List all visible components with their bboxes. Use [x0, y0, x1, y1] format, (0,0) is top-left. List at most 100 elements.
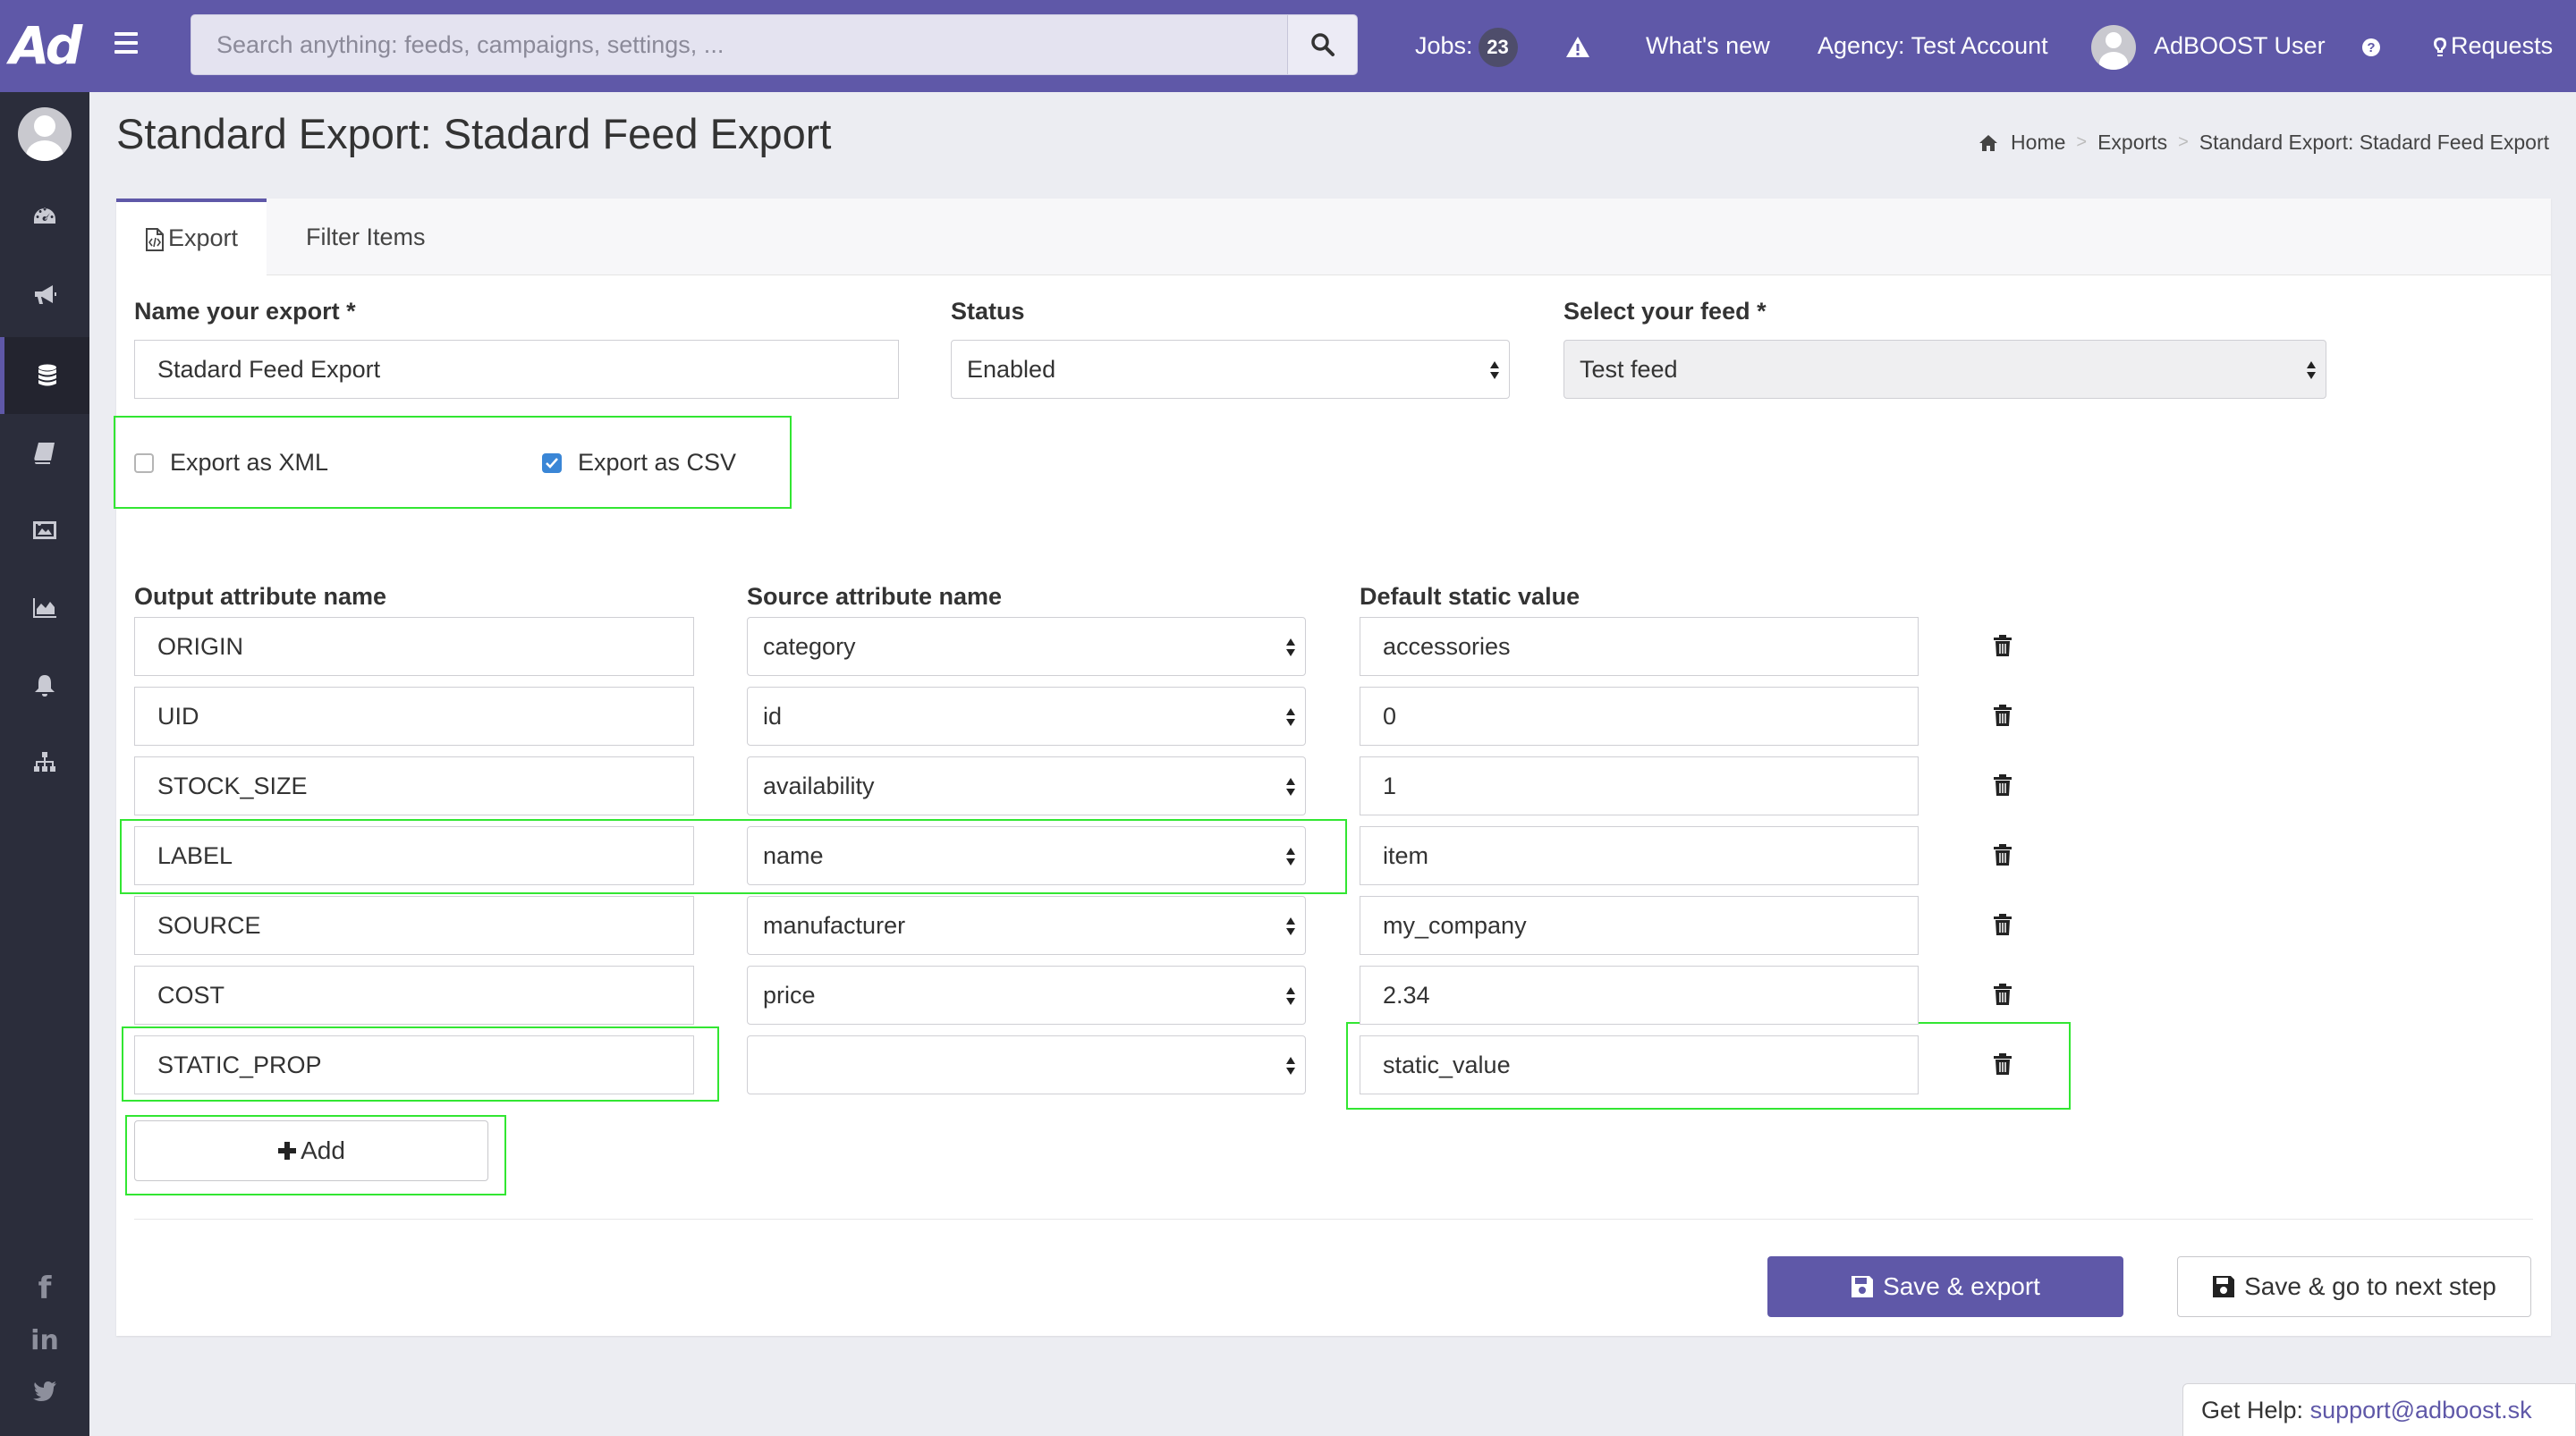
trash-icon[interactable] — [1993, 634, 2012, 657]
alerts-button[interactable] — [1565, 0, 1590, 92]
database-icon — [38, 364, 56, 386]
trash-icon[interactable] — [1993, 913, 2012, 936]
floppy-disk-icon — [2213, 1276, 2235, 1297]
sidebar-item-dashboard[interactable] — [0, 179, 89, 256]
feed-value: Test feed — [1580, 356, 1678, 383]
select-arrows-icon — [1286, 638, 1295, 656]
output-attribute-input[interactable]: UID — [134, 687, 694, 746]
adboost-logo[interactable]: Ad — [0, 0, 89, 92]
export-csv-label: Export as CSV — [578, 449, 737, 476]
save-and-next-step-button[interactable]: Save & go to next step — [2177, 1256, 2531, 1317]
default-value-input[interactable]: 1 — [1360, 756, 1919, 815]
hamburger-menu-icon[interactable] — [114, 32, 138, 54]
save-and-export-label: Save & export — [1883, 1272, 2040, 1300]
export-form-card: Export Filter Items Name your export * S… — [114, 199, 2551, 1336]
warning-icon — [1566, 36, 1589, 57]
source-attribute-select[interactable]: category — [747, 617, 1306, 676]
export-name-input[interactable]: Stadard Feed Export — [134, 340, 899, 399]
trash-icon[interactable] — [1993, 773, 2012, 797]
user-menu[interactable]: AdBOOST User — [2091, 0, 2326, 92]
source-attribute-select[interactable]: manufacturer — [747, 896, 1306, 955]
file-code-icon — [146, 227, 164, 251]
help-button[interactable]: ? — [2361, 0, 2381, 92]
checkbox-unchecked — [134, 452, 154, 473]
support-email-link[interactable]: support@adboost.sk — [2310, 1397, 2532, 1423]
sidebar-item-structure[interactable] — [0, 724, 89, 801]
select-arrows-icon — [2307, 361, 2316, 379]
search-button[interactable] — [1287, 15, 1357, 74]
page-title: Standard Export: Stadard Feed Export — [116, 110, 832, 157]
tab-export[interactable]: Export — [116, 199, 267, 276]
twitter-icon[interactable] — [0, 1368, 89, 1413]
jobs-link[interactable]: Jobs: 23 — [1415, 0, 1518, 92]
feed-select[interactable]: Test feed — [1563, 340, 2326, 399]
select-arrows-icon — [1286, 987, 1295, 1005]
source-attribute-select[interactable] — [747, 1035, 1306, 1094]
get-help-label: Get Help: — [2201, 1397, 2304, 1423]
add-row-button[interactable]: Add — [134, 1120, 488, 1181]
status-select[interactable]: Enabled — [951, 340, 1510, 399]
requests-link[interactable]: Requests — [2433, 0, 2553, 92]
sidebar-item-notifications[interactable] — [0, 647, 89, 724]
sidebar-item-catalog[interactable] — [0, 414, 89, 491]
sidebar-item-campaigns[interactable] — [0, 257, 89, 334]
facebook-icon[interactable]: f — [0, 1266, 89, 1311]
linkedin-icon[interactable]: in — [0, 1318, 89, 1363]
output-attribute-input[interactable]: COST — [134, 966, 694, 1025]
source-attribute-select[interactable]: name — [747, 826, 1306, 885]
trash-icon[interactable] — [1993, 704, 2012, 727]
breadcrumb-home[interactable]: Home — [2011, 131, 2065, 155]
area-chart-icon — [33, 598, 56, 618]
output-attribute-input[interactable]: ORIGIN — [134, 617, 694, 676]
default-value-input[interactable]: 0 — [1360, 687, 1919, 746]
export-xml-checkbox[interactable]: Export as XML — [134, 449, 328, 477]
user-name: AdBOOST User — [2154, 32, 2326, 59]
whats-new-link[interactable]: What's new — [1646, 0, 1770, 92]
output-attribute-input[interactable]: SOURCE — [134, 896, 694, 955]
tab-export-label: Export — [168, 224, 239, 251]
output-attribute-input[interactable]: STOCK_SIZE — [134, 756, 694, 815]
output-attribute-header: Output attribute name — [134, 583, 386, 610]
sitemap-icon — [34, 752, 55, 772]
default-value-input[interactable]: my_company — [1360, 896, 1919, 955]
status-value: Enabled — [967, 356, 1056, 383]
dashboard-icon — [34, 207, 55, 224]
sidebar-item-images[interactable] — [0, 492, 89, 569]
search-input[interactable] — [191, 15, 1287, 74]
source-attribute-select[interactable]: price — [747, 966, 1306, 1025]
sidebar-item-statistics[interactable] — [0, 570, 89, 646]
trash-icon[interactable] — [1993, 983, 2012, 1006]
source-attribute-select[interactable]: availability — [747, 756, 1306, 815]
select-arrows-icon — [1286, 848, 1295, 866]
image-icon — [33, 521, 56, 539]
breadcrumb-exports[interactable]: Exports — [2097, 131, 2167, 155]
breadcrumb-current: Standard Export: Stadard Feed Export — [2199, 131, 2549, 154]
get-help-widget[interactable]: Get Help: support@adboost.sk — [2182, 1383, 2576, 1436]
source-attribute-value: category — [763, 633, 856, 660]
breadcrumb: Home > Exports > Standard Export: Stadar… — [1979, 131, 2549, 155]
export-csv-checkbox[interactable]: Export as CSV — [542, 449, 736, 477]
output-attribute-input[interactable]: LABEL — [134, 826, 694, 885]
sidebar-item-feeds[interactable] — [0, 337, 89, 414]
default-value-input[interactable]: accessories — [1360, 617, 1919, 676]
select-arrows-icon — [1490, 361, 1499, 379]
output-attribute-input[interactable]: STATIC_PROP — [134, 1035, 694, 1094]
default-value-input[interactable]: static_value — [1360, 1035, 1919, 1094]
sidebar-avatar[interactable] — [18, 107, 72, 161]
top-navbar: Jobs:23 What's new Agency: Test Account … — [89, 0, 2576, 92]
save-and-export-button[interactable]: Save & export — [1767, 1256, 2123, 1317]
question-circle-icon: ? — [2362, 38, 2380, 56]
default-value-input[interactable]: 2.34 — [1360, 966, 1919, 1025]
trash-icon[interactable] — [1993, 843, 2012, 866]
trash-icon[interactable] — [1993, 1052, 2012, 1076]
agency-switcher[interactable]: Agency: Test Account — [1818, 0, 2048, 92]
save-and-next-step-label: Save & go to next step — [2244, 1272, 2496, 1300]
breadcrumb-separator: > — [2076, 132, 2088, 152]
home-icon — [1979, 134, 1998, 151]
select-arrows-icon — [1286, 917, 1295, 935]
tab-filter-items[interactable]: Filter Items — [277, 199, 454, 275]
user-avatar — [2091, 24, 2136, 70]
source-attribute-select[interactable]: id — [747, 687, 1306, 746]
check-icon — [546, 457, 558, 469]
default-value-input[interactable]: item — [1360, 826, 1919, 885]
